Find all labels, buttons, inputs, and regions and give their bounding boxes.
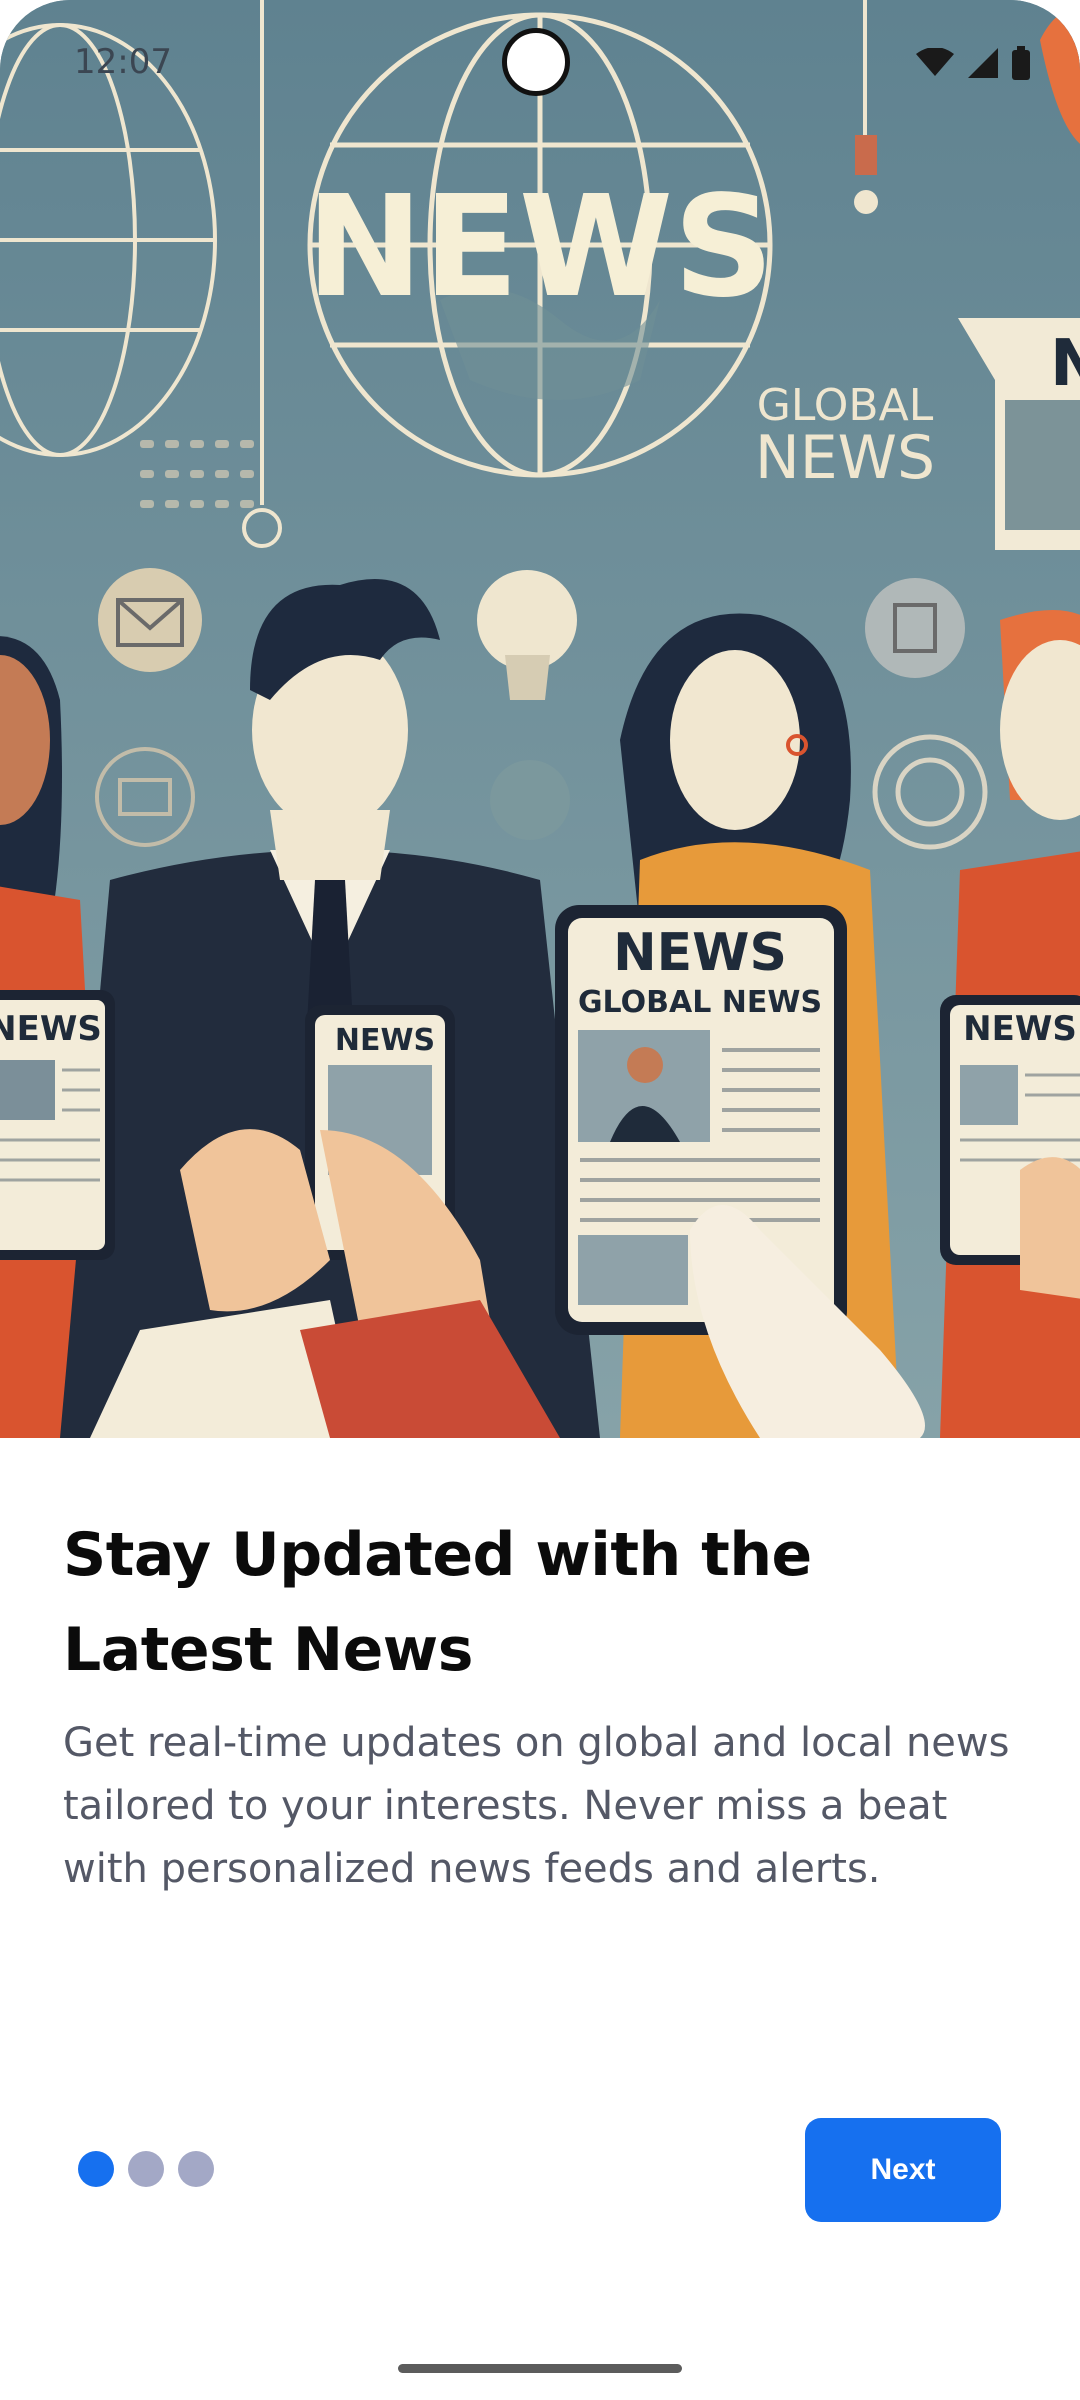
tablet-news-text: NEWS (613, 923, 787, 983)
front-camera-cutout (502, 28, 570, 96)
battery-icon (1012, 46, 1030, 84)
home-indicator[interactable] (398, 2364, 682, 2373)
wifi-icon (916, 47, 954, 82)
onboarding-description: Get real-time updates on global and loca… (63, 1720, 1010, 1892)
phone-right-news-text: NEWS (963, 1009, 1077, 1049)
tablet-global-news-text: GLOBAL NEWS (578, 985, 822, 1020)
status-bar: 12:07 (0, 0, 1080, 130)
news-headline-text: NEWS (306, 166, 774, 329)
page-indicator (78, 2151, 214, 2187)
onboarding-title: Stay Updated with the Latest News (63, 1520, 812, 1685)
global-news-label-text: NEWS (755, 423, 935, 493)
sign-right-text: N (1050, 327, 1080, 401)
phone-small-news-text: NEWS (335, 1023, 435, 1058)
page-dot-1 (78, 2151, 114, 2187)
page-dot-2 (128, 2151, 164, 2187)
status-time: 12:07 (74, 42, 172, 82)
phone-left-news-text: NEWS (0, 1009, 102, 1049)
onboarding-content: Stay Updated with the Latest News Get re… (63, 1508, 1023, 1901)
onboarding-screen: NEWS GLOBAL NEWS N NEWS NEWS NEWS GLOBAL… (0, 0, 1080, 2400)
page-dot-3 (178, 2151, 214, 2187)
news-readers-illustration: NEWS GLOBAL NEWS N NEWS NEWS NEWS GLOBAL… (0, 0, 1080, 1438)
status-icons (916, 46, 1030, 84)
signal-icon (968, 48, 998, 82)
hero-illustration: NEWS GLOBAL NEWS N NEWS NEWS NEWS GLOBAL… (0, 0, 1080, 1438)
next-button[interactable]: Next (805, 2118, 1001, 2222)
